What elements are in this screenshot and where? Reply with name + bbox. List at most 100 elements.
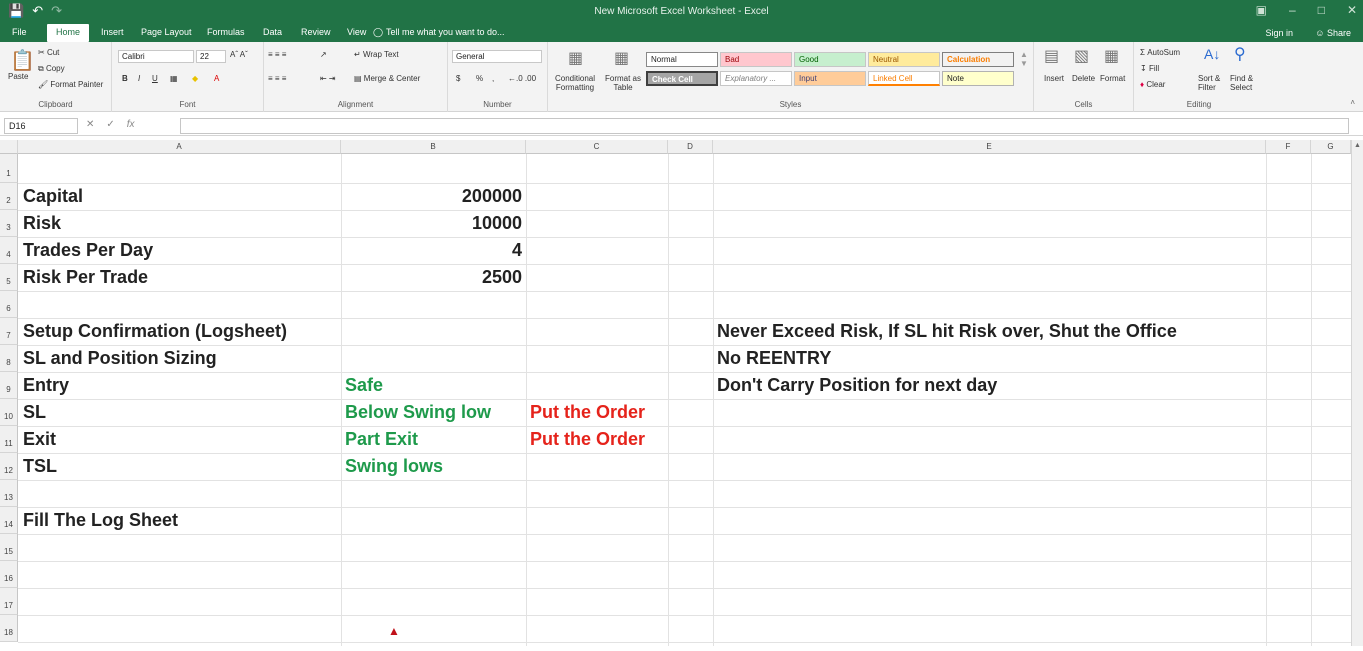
- row-header-13[interactable]: 13: [0, 480, 18, 507]
- vertical-scrollbar[interactable]: ▲: [1351, 140, 1363, 646]
- cell-a5[interactable]: Risk Per Trade: [19, 264, 148, 290]
- row-header-10[interactable]: 10: [0, 399, 18, 426]
- worksheet-grid[interactable]: A B C D E F G 1 2 3 4 5 6 7 8 9 10 11 12…: [0, 140, 1363, 646]
- row-header-18[interactable]: 18: [0, 615, 18, 642]
- tell-me-search[interactable]: Tell me what you want to do...: [386, 27, 505, 37]
- row-header-3[interactable]: 3: [0, 210, 18, 237]
- grow-font-icon[interactable]: Aˆ Aˇ: [230, 50, 248, 59]
- row-header-1[interactable]: 1: [0, 154, 18, 183]
- bold-button[interactable]: B: [122, 74, 128, 83]
- column-header-f[interactable]: F: [1266, 140, 1311, 154]
- share-button[interactable]: ☺ Share: [1315, 28, 1351, 38]
- row-header-5[interactable]: 5: [0, 264, 18, 291]
- borders-icon[interactable]: ▦: [170, 74, 178, 83]
- orientation-icon[interactable]: ↗: [320, 50, 327, 59]
- select-all-corner[interactable]: [0, 140, 18, 154]
- row-header-12[interactable]: 12: [0, 453, 18, 480]
- ribbon-display-icon[interactable]: ▣: [1256, 3, 1267, 17]
- underline-button[interactable]: U: [152, 74, 158, 83]
- cell-a10[interactable]: SL: [19, 399, 46, 425]
- decimal-icons[interactable]: ←.0 .00: [508, 74, 536, 83]
- collapse-ribbon-icon[interactable]: ˄: [1350, 98, 1355, 107]
- minimize-icon[interactable]: –: [1289, 3, 1296, 17]
- cell-a14[interactable]: Fill The Log Sheet: [19, 507, 178, 533]
- fx-icon[interactable]: fx: [127, 119, 135, 130]
- close-icon[interactable]: ✕: [1347, 3, 1357, 17]
- font-size-select[interactable]: 22: [196, 50, 226, 63]
- style-normal[interactable]: Normal: [646, 52, 718, 67]
- style-check-cell[interactable]: Check Cell: [646, 71, 718, 86]
- align-left-icons[interactable]: ≡ ≡ ≡: [268, 74, 286, 83]
- row-header-11[interactable]: 11: [0, 426, 18, 453]
- cell-b4[interactable]: 4: [341, 237, 526, 263]
- cell-b2[interactable]: 200000: [341, 183, 526, 209]
- tab-formulas[interactable]: Formulas: [207, 27, 245, 37]
- column-header-d[interactable]: D: [668, 140, 713, 154]
- cell-a11[interactable]: Exit: [19, 426, 56, 452]
- style-bad[interactable]: Bad: [720, 52, 792, 67]
- style-calculation[interactable]: Calculation: [942, 52, 1014, 67]
- italic-button[interactable]: I: [138, 74, 140, 83]
- merge-center-button[interactable]: ▤ Merge & Center: [354, 74, 420, 83]
- styles-scroll-icon[interactable]: ▲ ▼: [1020, 50, 1028, 68]
- cell-b10[interactable]: Below Swing low: [341, 399, 491, 425]
- cancel-icon[interactable]: ✕: [86, 119, 94, 130]
- currency-button[interactable]: $: [456, 74, 460, 83]
- cell-a2[interactable]: Capital: [19, 183, 83, 209]
- cell-c10[interactable]: Put the Order: [526, 399, 645, 425]
- wrap-text-button[interactable]: ↵ Wrap Text: [354, 50, 399, 59]
- format-as-table-button[interactable]: Format as Table: [602, 74, 644, 92]
- cell-e9[interactable]: Don't Carry Position for next day: [713, 372, 997, 398]
- cell-a12[interactable]: TSL: [19, 453, 57, 479]
- style-input[interactable]: Input: [794, 71, 866, 86]
- style-linked-cell[interactable]: Linked Cell: [868, 71, 940, 86]
- row-header-16[interactable]: 16: [0, 561, 18, 588]
- percent-button[interactable]: %: [476, 74, 483, 83]
- tab-page-layout[interactable]: Page Layout: [141, 27, 192, 37]
- clear-button[interactable]: ♦ Clear: [1140, 80, 1165, 89]
- tab-file[interactable]: File: [12, 27, 27, 37]
- align-top-icons[interactable]: ≡ ≡ ≡: [268, 50, 286, 59]
- tab-review[interactable]: Review: [301, 27, 331, 37]
- fill-button[interactable]: ↧ Fill: [1140, 64, 1159, 73]
- row-header-14[interactable]: 14: [0, 507, 18, 534]
- row-header-7[interactable]: 7: [0, 318, 18, 345]
- copy-button[interactable]: ⧉ Copy: [38, 64, 65, 74]
- column-header-g[interactable]: G: [1311, 140, 1351, 154]
- row-header-2[interactable]: 2: [0, 183, 18, 210]
- style-note[interactable]: Note: [942, 71, 1014, 86]
- font-color-icon[interactable]: A: [214, 74, 219, 83]
- autosum-button[interactable]: Σ AutoSum: [1140, 48, 1180, 57]
- enter-icon[interactable]: ✓: [106, 119, 114, 130]
- style-good[interactable]: Good: [794, 52, 866, 67]
- cell-b12[interactable]: Swing lows: [341, 453, 443, 479]
- conditional-formatting-button[interactable]: Conditional Formatting: [552, 74, 598, 92]
- scroll-up-icon[interactable]: ▲: [1354, 142, 1361, 149]
- cell-e8[interactable]: No REENTRY: [713, 345, 831, 371]
- column-header-c[interactable]: C: [526, 140, 668, 154]
- maximize-icon[interactable]: □: [1318, 3, 1325, 17]
- row-header-17[interactable]: 17: [0, 588, 18, 615]
- tab-data[interactable]: Data: [263, 27, 282, 37]
- row-header-6[interactable]: 6: [0, 291, 18, 318]
- format-button[interactable]: Format: [1100, 74, 1125, 83]
- tab-view[interactable]: View: [347, 27, 366, 37]
- comma-button[interactable]: ,: [492, 74, 494, 83]
- cell-b11[interactable]: Part Exit: [341, 426, 418, 452]
- column-header-e[interactable]: E: [713, 140, 1266, 154]
- cut-button[interactable]: ✂ Cut: [38, 48, 59, 57]
- cell-b5[interactable]: 2500: [341, 264, 526, 290]
- cell-a3[interactable]: Risk: [19, 210, 61, 236]
- cell-c11[interactable]: Put the Order: [526, 426, 645, 452]
- sign-in-link[interactable]: Sign in: [1265, 28, 1293, 38]
- row-header-4[interactable]: 4: [0, 237, 18, 264]
- row-header-8[interactable]: 8: [0, 345, 18, 372]
- fill-color-icon[interactable]: ◆: [192, 74, 198, 83]
- cell-a7[interactable]: Setup Confirmation (Logsheet): [19, 318, 287, 344]
- cell-a8[interactable]: SL and Position Sizing: [19, 345, 217, 371]
- font-name-select[interactable]: Calibri: [118, 50, 194, 63]
- paste-button[interactable]: Paste: [8, 72, 28, 81]
- cell-b9[interactable]: Safe: [341, 372, 383, 398]
- find-select-button[interactable]: Find & Select: [1230, 74, 1262, 92]
- style-neutral[interactable]: Neutral: [868, 52, 940, 67]
